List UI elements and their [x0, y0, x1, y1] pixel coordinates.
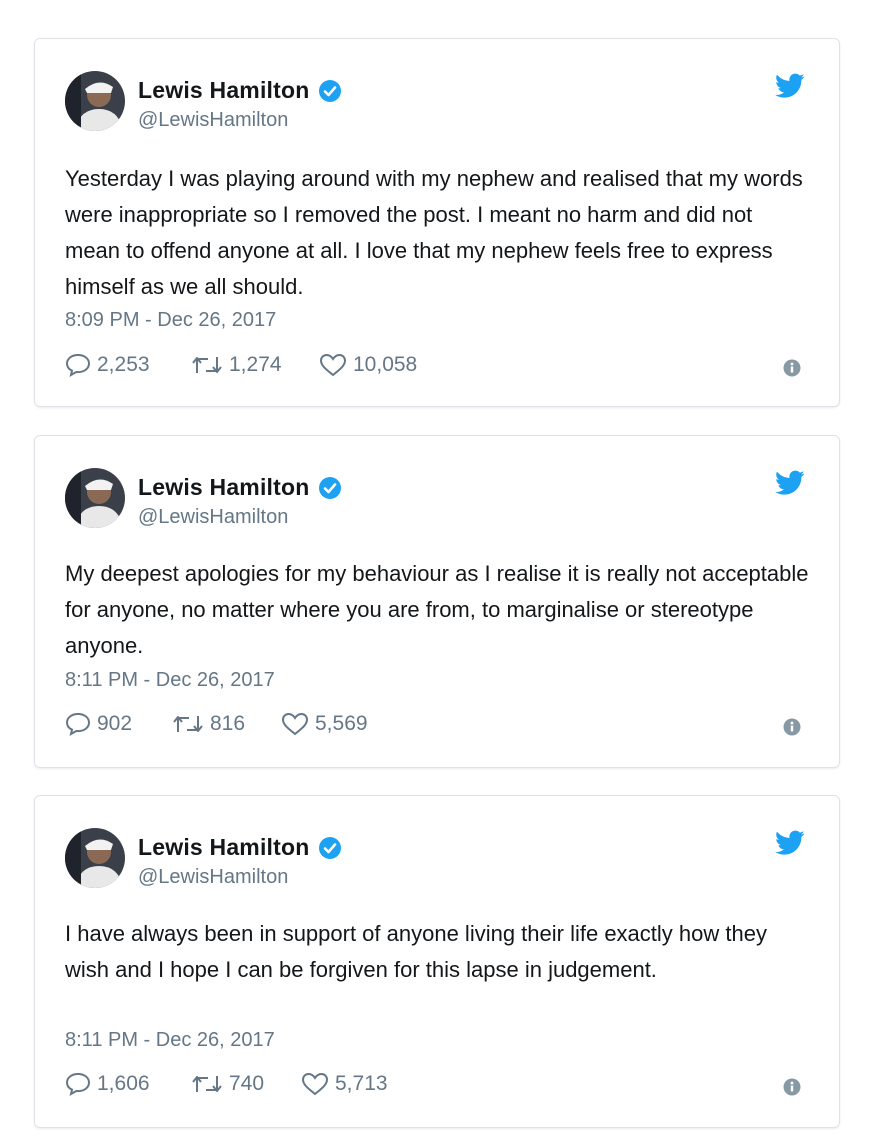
tweet-actions: 902 816 5,569	[65, 712, 811, 742]
retweet-icon	[192, 357, 222, 373]
retweet-count: 740	[229, 1072, 265, 1095]
verified-badge-icon	[318, 476, 341, 499]
heart-icon	[281, 712, 309, 736]
like-action[interactable]: 10,058	[319, 353, 417, 377]
retweet-icon	[173, 716, 203, 732]
reply-count: 1,606	[97, 1072, 150, 1095]
author-handle[interactable]: @LewisHamilton	[138, 866, 288, 889]
author-name[interactable]: Lewis Hamilton	[138, 77, 310, 104]
reply-icon	[65, 1072, 91, 1096]
author-name[interactable]: Lewis Hamilton	[138, 474, 310, 501]
heart-icon	[319, 353, 347, 377]
retweet-action[interactable]: 1,274	[191, 353, 282, 377]
like-count: 5,569	[315, 712, 368, 735]
retweet-action[interactable]: 816	[172, 712, 245, 736]
reply-action[interactable]: 1,606	[65, 1072, 150, 1096]
like-action[interactable]: 5,713	[301, 1072, 388, 1096]
reply-count: 2,253	[97, 353, 150, 376]
like-count: 5,713	[335, 1072, 388, 1095]
heart-icon	[301, 1072, 329, 1096]
author-handle[interactable]: @LewisHamilton	[138, 109, 288, 132]
info-icon[interactable]	[783, 359, 801, 377]
reply-icon	[65, 712, 91, 736]
tweet-timestamp[interactable]: 8:11 PM - Dec 26, 2017	[65, 669, 275, 692]
reply-count: 902	[97, 712, 133, 735]
tweet-header: Lewis Hamilton @LewisHamilton	[65, 71, 805, 131]
author-handle[interactable]: @LewisHamilton	[138, 506, 288, 529]
info-icon[interactable]	[783, 718, 801, 736]
twitter-bird-icon[interactable]	[775, 73, 805, 99]
like-action[interactable]: 5,569	[281, 712, 368, 736]
info-icon[interactable]	[783, 1078, 801, 1096]
verified-badge-icon	[318, 836, 341, 859]
tweet-header: Lewis Hamilton @LewisHamilton	[65, 828, 805, 888]
avatar[interactable]	[65, 468, 125, 528]
twitter-bird-icon[interactable]	[775, 830, 805, 856]
tweet-actions: 2,253 1,274 10,058	[65, 353, 811, 383]
like-count: 10,058	[353, 353, 418, 376]
retweet-count: 816	[210, 712, 246, 735]
tweet-timestamp[interactable]: 8:11 PM - Dec 26, 2017	[65, 1029, 275, 1052]
tweet-text: Yesterday I was playing around with my n…	[65, 166, 803, 299]
tweet-header: Lewis Hamilton @LewisHamilton	[65, 468, 805, 528]
verified-badge-icon	[318, 79, 341, 102]
retweet-action[interactable]: 740	[191, 1072, 264, 1096]
reply-action[interactable]: 2,253	[65, 353, 150, 377]
tweet-text: I have always been in support of anyone …	[65, 921, 767, 982]
tweet-timestamp[interactable]: 8:09 PM - Dec 26, 2017	[65, 309, 276, 332]
tweet-card[interactable]: Lewis Hamilton @LewisHamilton Yesterday …	[34, 38, 840, 407]
avatar[interactable]	[65, 828, 125, 888]
tweet-card[interactable]: Lewis Hamilton @LewisHamilton My deepest…	[34, 435, 840, 768]
retweet-icon	[192, 1076, 222, 1092]
twitter-bird-icon[interactable]	[775, 470, 805, 496]
tweet-card[interactable]: Lewis Hamilton @LewisHamilton I have alw…	[34, 795, 840, 1128]
tweet-text: My deepest apologies for my behaviour as…	[65, 561, 809, 658]
reply-icon	[65, 353, 91, 377]
retweet-count: 1,274	[229, 353, 282, 376]
avatar[interactable]	[65, 71, 125, 131]
tweet-actions: 1,606 740 5,713	[65, 1072, 811, 1102]
author-name[interactable]: Lewis Hamilton	[138, 834, 310, 861]
reply-action[interactable]: 902	[65, 712, 132, 736]
